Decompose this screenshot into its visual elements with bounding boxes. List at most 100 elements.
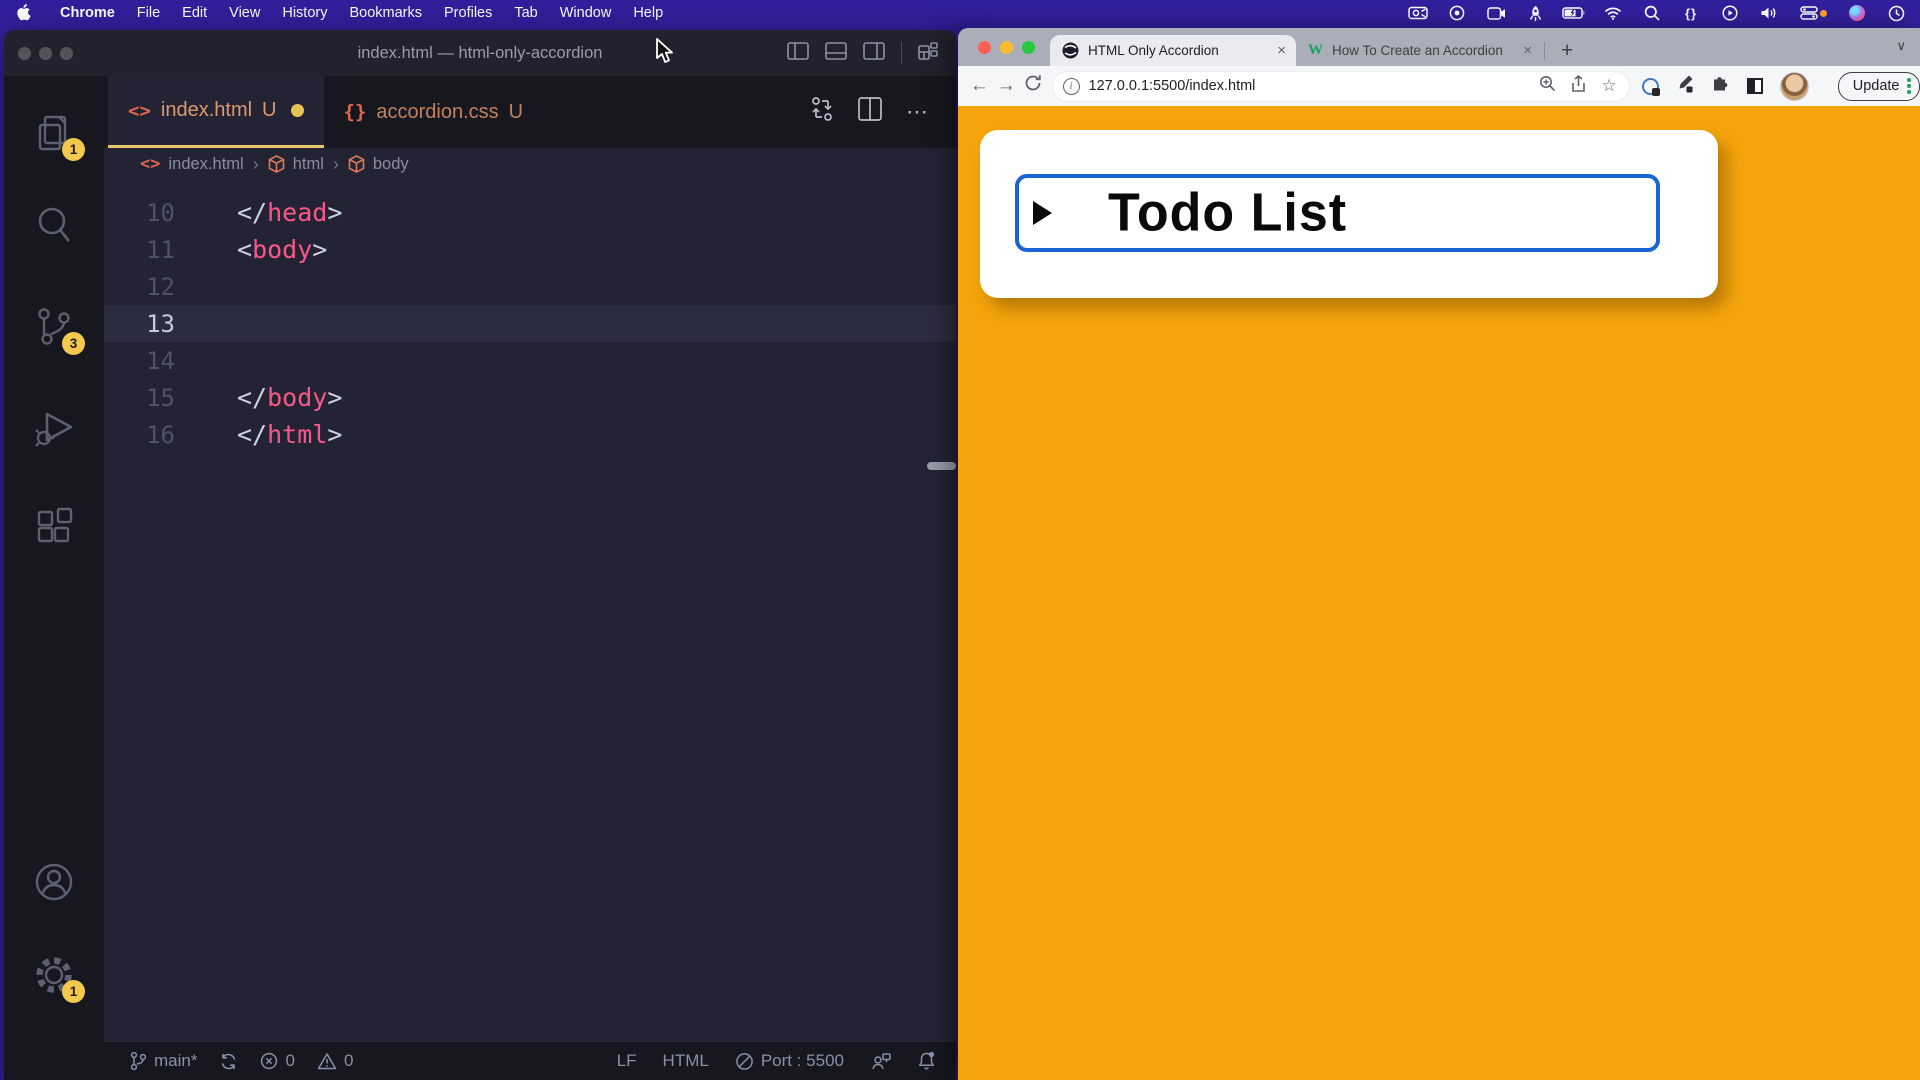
activity-search-icon[interactable] <box>4 195 104 255</box>
modified-indicator: U <box>262 99 276 122</box>
code-line-11[interactable]: 11<body> <box>104 231 956 268</box>
breadcrumb-item-html[interactable]: html <box>268 155 324 174</box>
vscode-activity-bar: 1 3 1 <box>4 76 104 1080</box>
code-line-10[interactable]: 10</head> <box>104 194 956 231</box>
braces-icon[interactable]: {} <box>1681 4 1701 22</box>
activity-source-control-icon[interactable]: 3 <box>4 297 104 357</box>
profile-avatar[interactable] <box>1780 72 1809 101</box>
tab-divider <box>1544 42 1545 60</box>
screen-record-icon[interactable] <box>1408 4 1428 22</box>
code-line-14[interactable]: 14 <box>104 342 956 379</box>
accordion-title: Todo List <box>1108 182 1347 244</box>
live-share-icon[interactable] <box>870 1052 891 1071</box>
activity-settings-icon[interactable]: 1 <box>4 945 104 1005</box>
rocket-icon[interactable] <box>1525 4 1545 22</box>
search-icon[interactable] <box>1642 4 1662 22</box>
chrome-window: HTML Only Accordion×WHow To Create an Ac… <box>958 28 1920 1080</box>
activity-run-debug-icon[interactable] <box>4 397 104 457</box>
activity-accounts-icon[interactable] <box>4 852 104 912</box>
git-branch-status[interactable]: main* <box>130 1051 197 1071</box>
menu-view[interactable]: View <box>218 5 271 21</box>
code-line-16[interactable]: 16</html> <box>104 416 956 453</box>
accordion-summary[interactable]: Todo List <box>1015 174 1660 252</box>
toggle-panel-icon[interactable] <box>825 42 847 65</box>
sync-changes-button[interactable] <box>219 1052 238 1071</box>
breadcrumb-item-index.html[interactable]: <>index.html <box>140 154 244 174</box>
update-chrome-button[interactable]: Update <box>1838 72 1920 101</box>
extension-session-icon[interactable] <box>1642 78 1659 95</box>
menu-edit[interactable]: Edit <box>171 5 218 21</box>
vscode-tab-strip: <>index.htmlU{}accordion.cssU ⋯ <box>104 76 956 148</box>
clock-icon[interactable] <box>1886 4 1906 22</box>
forward-button[interactable]: → <box>993 75 1020 97</box>
menubar-menus: ChromeFileEditViewHistoryBookmarksProfil… <box>49 5 674 21</box>
play-icon[interactable] <box>1720 4 1740 22</box>
problems-warnings[interactable]: 0 <box>317 1051 353 1071</box>
split-editor-icon[interactable] <box>858 97 882 127</box>
battery-icon[interactable] <box>1564 4 1584 22</box>
code-line-12[interactable]: 12 <box>104 268 956 305</box>
code-editor[interactable]: 10</head>11<body>12131415</body>16</html… <box>104 180 956 1041</box>
dark-reader-extension-icon[interactable] <box>1747 78 1763 94</box>
close-tab-icon[interactable]: × <box>1277 42 1286 59</box>
code-line-13[interactable]: 13 <box>104 305 956 342</box>
menu-history[interactable]: History <box>271 5 338 21</box>
activity-extensions-icon[interactable] <box>4 497 104 557</box>
chrome-window-controls[interactable] <box>978 41 1035 54</box>
tab-label: accordion.css <box>376 101 498 124</box>
editor-tab-index.html[interactable]: <>index.htmlU <box>108 76 324 148</box>
editor-scrollbar-handle[interactable] <box>927 462 956 470</box>
share-icon[interactable] <box>1571 75 1586 98</box>
wifi-icon[interactable] <box>1603 4 1623 22</box>
new-tab-button[interactable]: + <box>1553 39 1581 63</box>
code-line-15[interactable]: 15</body> <box>104 379 956 416</box>
back-button[interactable]: ← <box>966 75 993 97</box>
record-icon[interactable] <box>1447 4 1467 22</box>
breadcrumb-item-body[interactable]: body <box>348 155 409 174</box>
menu-profiles[interactable]: Profiles <box>433 5 503 21</box>
open-changes-icon[interactable] <box>810 96 834 128</box>
browser-tab-2[interactable]: WHow To Create an Accordion× <box>1296 35 1542 66</box>
colorpicker-extension-icon[interactable] <box>1676 74 1694 99</box>
desktop: ChromeFileEditViewHistoryBookmarksProfil… <box>0 0 1920 1080</box>
tab-search-chevron-icon[interactable]: ∨ <box>1896 38 1906 54</box>
url-text[interactable]: 127.0.0.1:5500/index.html <box>1089 78 1540 94</box>
problems-errors[interactable]: 0 <box>260 1051 294 1071</box>
address-bar[interactable]: i 127.0.0.1:5500/index.html ☆ <box>1053 72 1629 101</box>
minimize-window-button[interactable] <box>1000 41 1013 54</box>
volume-icon[interactable] <box>1759 4 1779 22</box>
site-info-icon[interactable]: i <box>1063 78 1080 95</box>
activity-explorer-icon[interactable]: 1 <box>4 103 104 163</box>
menu-tab[interactable]: Tab <box>503 5 548 21</box>
notifications-bell-icon[interactable] <box>917 1051 936 1071</box>
menu-help[interactable]: Help <box>622 5 674 21</box>
accordion-card: Todo List <box>980 130 1718 298</box>
eol-indicator[interactable]: LF <box>617 1051 637 1071</box>
vscode-title-bar[interactable]: index.html — html-only-accordion <box>4 30 956 76</box>
editor-tab-accordion.css[interactable]: {}accordion.cssU <box>324 76 544 148</box>
zoom-icon[interactable] <box>1539 75 1556 97</box>
bookmark-star-icon[interactable]: ☆ <box>1601 76 1616 96</box>
menu-chrome[interactable]: Chrome <box>49 5 126 21</box>
apple-icon[interactable] <box>16 5 31 22</box>
extensions-puzzle-icon[interactable] <box>1711 74 1730 98</box>
menu-file[interactable]: File <box>126 5 171 21</box>
control-center-icon[interactable] <box>1798 4 1828 22</box>
browser-tab-1[interactable]: HTML Only Accordion× <box>1050 35 1296 66</box>
menu-bookmarks[interactable]: Bookmarks <box>338 5 433 21</box>
siri-icon[interactable] <box>1847 4 1867 22</box>
customize-layout-icon[interactable] <box>918 42 938 65</box>
language-mode[interactable]: HTML <box>663 1051 709 1071</box>
dirty-dot-icon[interactable] <box>291 104 304 117</box>
toggle-sidebar-icon[interactable] <box>787 42 809 65</box>
menu-window[interactable]: Window <box>549 5 623 21</box>
toggle-secondary-sidebar-icon[interactable] <box>863 42 885 65</box>
more-actions-icon[interactable]: ⋯ <box>906 99 928 125</box>
close-window-button[interactable] <box>978 41 991 54</box>
reload-button[interactable] <box>1020 74 1047 98</box>
close-tab-icon[interactable]: × <box>1523 42 1532 59</box>
line-number: 11 <box>104 236 175 264</box>
video-icon[interactable] <box>1486 4 1506 22</box>
live-server-port[interactable]: Port : 5500 <box>735 1051 844 1071</box>
zoom-window-button[interactable] <box>1022 41 1035 54</box>
